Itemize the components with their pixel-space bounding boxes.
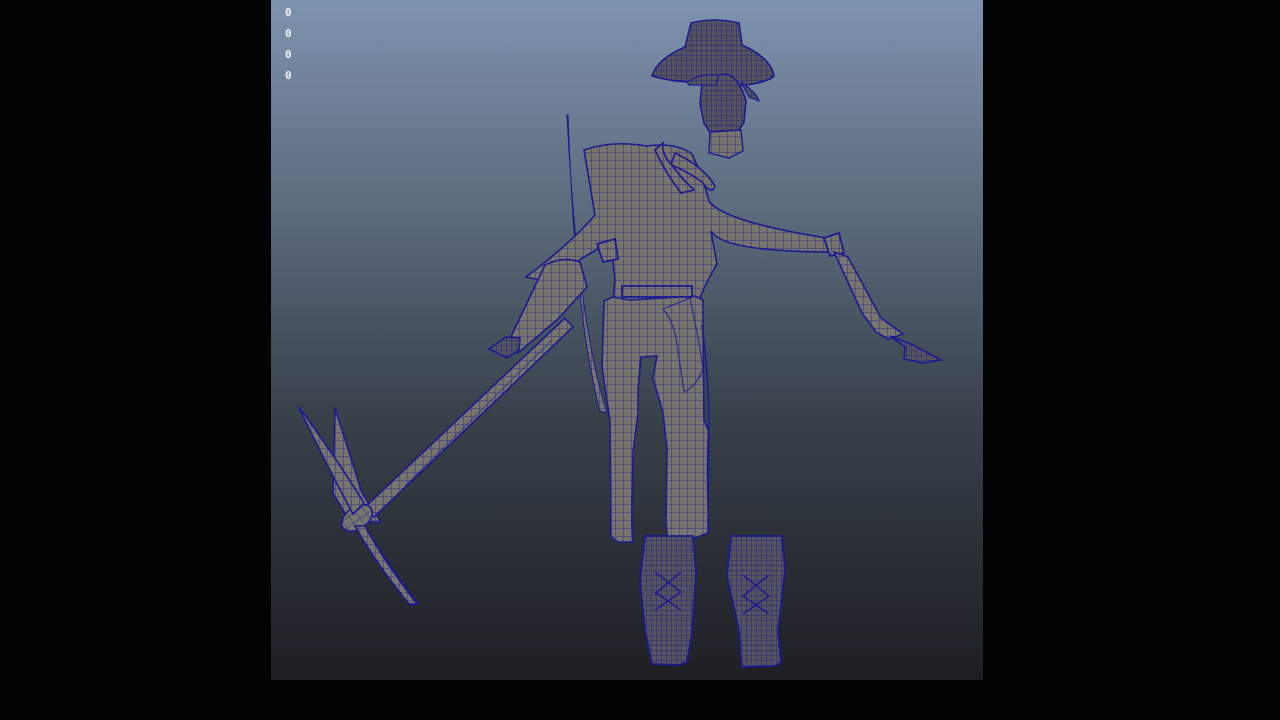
hud-value: 0 [285, 48, 292, 61]
character-body-mesh[interactable] [487, 140, 944, 547]
viewport-hud: 0 0 0 0 [285, 6, 292, 90]
pickaxe-mesh[interactable] [297, 114, 608, 606]
hud-value: 0 [285, 69, 292, 82]
hud-value: 0 [285, 27, 292, 40]
boots-mesh[interactable] [639, 535, 786, 668]
3d-viewport[interactable]: 0 0 0 0 [271, 0, 983, 680]
screen-frame: 0 0 0 0 [0, 0, 1280, 720]
head-and-hat-mesh[interactable] [651, 19, 775, 159]
hud-value: 0 [285, 6, 292, 19]
character-model-wireframe[interactable] [271, 0, 983, 680]
